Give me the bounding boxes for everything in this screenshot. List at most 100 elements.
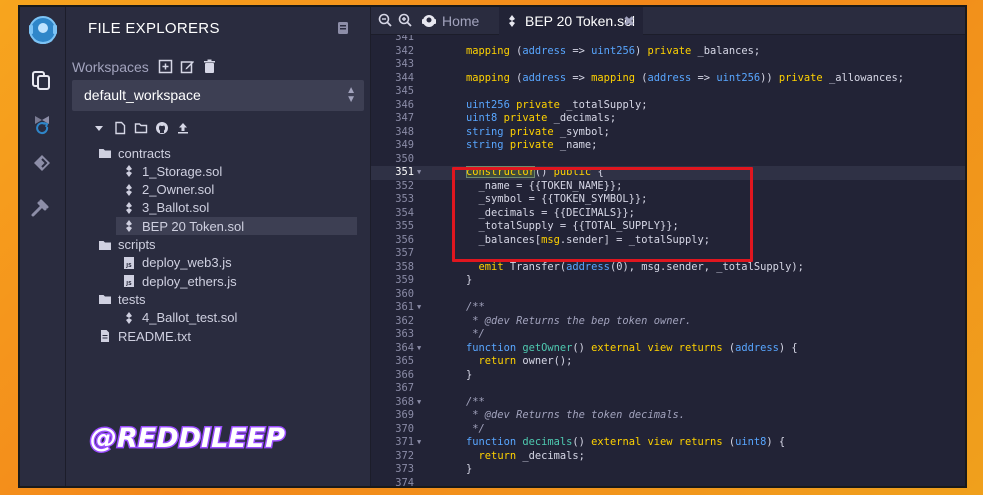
tab-home-label: Home xyxy=(442,13,480,29)
code-line[interactable]: 341 xyxy=(371,35,965,45)
close-tab-icon[interactable]: ✖ xyxy=(623,14,635,28)
code-line[interactable]: 348 string private _symbol; xyxy=(371,126,965,140)
tree-folder[interactable]: scripts xyxy=(92,236,156,254)
tree-item-label: 1_Storage.sol xyxy=(142,163,223,179)
plugin-manager-icon[interactable] xyxy=(29,193,55,219)
code-line[interactable]: 345 xyxy=(371,85,965,99)
sol-file-icon xyxy=(122,183,136,197)
code-line[interactable]: 347 uint8 private _decimals; xyxy=(371,112,965,126)
code-text: /** xyxy=(466,301,485,313)
line-number: 351 xyxy=(395,166,414,178)
line-number: 356 xyxy=(395,233,414,246)
code-editor[interactable]: 341 342 mapping (address => uint256) priv… xyxy=(371,35,965,486)
watermark-logo: @REDDILEEP xyxy=(86,417,316,462)
line-number: 355 xyxy=(395,220,414,232)
code-line[interactable]: 359 } xyxy=(371,274,965,288)
tree-file[interactable]: BEP 20 Token.sol xyxy=(116,217,357,236)
tree-file[interactable]: 1_Storage.sol xyxy=(116,162,222,180)
code-line[interactable]: 372 return _decimals; xyxy=(371,450,965,464)
tree-file[interactable]: 4_Ballot_test.sol xyxy=(116,309,237,327)
code-line[interactable]: 371 ▼ function decimals() external view r… xyxy=(371,436,965,450)
zoom-out-icon[interactable] xyxy=(378,13,392,27)
code-line[interactable]: 343 xyxy=(371,58,965,72)
line-number: 353 xyxy=(395,193,414,205)
deploy-run-icon[interactable] xyxy=(29,150,55,176)
line-number: 348 xyxy=(395,125,414,138)
tree-item-label: deploy_ethers.js xyxy=(142,273,237,289)
code-line[interactable]: 360 xyxy=(371,288,965,302)
code-text: emit Transfer(address(0), msg.sender, _t… xyxy=(478,260,804,273)
code-line[interactable]: 370 */ xyxy=(371,423,965,437)
remix-logo-icon[interactable] xyxy=(25,13,61,49)
code-text: /** xyxy=(466,395,485,408)
line-number: 347 xyxy=(395,112,414,124)
code-line[interactable]: 366 } xyxy=(371,369,965,383)
tree-file[interactable]: 3_Ballot.sol xyxy=(116,199,209,217)
code-line[interactable]: 358 emit Transfer(address(0), msg.sender… xyxy=(371,261,965,275)
solidity-file-icon xyxy=(505,14,519,28)
line-number: 362 xyxy=(395,314,414,327)
new-folder-icon[interactable] xyxy=(134,121,148,135)
upload-icon[interactable] xyxy=(176,121,190,135)
caret-down-icon[interactable] xyxy=(92,121,106,135)
line-number: 373 xyxy=(395,463,414,475)
code-line[interactable]: 367 xyxy=(371,382,965,396)
line-number: 363 xyxy=(395,328,414,340)
tree-item-label: 3_Ballot.sol xyxy=(142,200,210,216)
code-line[interactable]: 361 ▼ /** xyxy=(371,301,965,315)
editor-tabs: Home BEP 20 Token.sol ✖ xyxy=(371,7,965,35)
line-number: 358 xyxy=(395,260,414,273)
workspace-actions xyxy=(158,59,217,74)
tree-file[interactable]: 2_Owner.sol xyxy=(116,181,214,199)
code-line[interactable]: 346 uint256 private _totalSupply; xyxy=(371,99,965,113)
tab-home[interactable]: Home xyxy=(421,7,479,35)
tree-file[interactable]: JS deploy_web3.js xyxy=(116,254,232,272)
code-line[interactable]: 349 string private _name; xyxy=(371,139,965,153)
fold-arrow-icon[interactable]: ▼ xyxy=(417,396,421,410)
tree-file[interactable]: JS deploy_ethers.js xyxy=(116,272,237,290)
line-number: 342 xyxy=(395,44,414,57)
fold-arrow-icon[interactable]: ▼ xyxy=(417,166,421,180)
zoom-in-icon[interactable] xyxy=(398,13,412,27)
code-line[interactable]: 362 * @dev Returns the bep token owner. xyxy=(371,315,965,329)
code-line[interactable]: 342 mapping (address => uint256) private… xyxy=(371,45,965,59)
code-line[interactable]: 364 ▼ function getOwner() external view r… xyxy=(371,342,965,356)
code-line[interactable]: 350 xyxy=(371,153,965,167)
tree-folder[interactable]: tests xyxy=(92,290,145,308)
compiler-icon[interactable] xyxy=(29,112,55,138)
line-number: 369 xyxy=(395,409,414,421)
code-line[interactable]: 374 xyxy=(371,477,965,487)
line-number: 367 xyxy=(395,382,414,394)
svg-text:JS: JS xyxy=(125,281,132,287)
code-line[interactable]: 369 * @dev Returns the token decimals. xyxy=(371,409,965,423)
docs-icon[interactable] xyxy=(336,21,350,35)
select-arrows-icon: ▲ ▼ xyxy=(346,85,356,105)
code-line[interactable]: 363 */ xyxy=(371,328,965,342)
line-number: 350 xyxy=(395,152,414,165)
delete-workspace-icon[interactable] xyxy=(202,59,217,74)
file-explorers-icon[interactable] xyxy=(29,67,55,93)
panel-title: FILE EXPLORERS xyxy=(88,20,220,37)
code-line[interactable]: 344 mapping (address => mapping (address… xyxy=(371,72,965,86)
code-text: mapping (address => mapping (address => … xyxy=(466,71,905,84)
fold-arrow-icon[interactable]: ▼ xyxy=(417,301,421,315)
tab-bep20-token[interactable]: BEP 20 Token.sol ✖ xyxy=(499,7,643,35)
new-file-icon[interactable] xyxy=(113,121,127,135)
workspace-select[interactable]: default_workspace ▲ ▼ xyxy=(72,80,364,111)
rename-workspace-icon[interactable] xyxy=(180,59,195,74)
tree-folder[interactable]: contracts xyxy=(92,144,171,162)
workspace-select-value: default_workspace xyxy=(84,87,201,103)
tree-item-label: README.txt xyxy=(118,328,191,344)
code-line[interactable]: 368 ▼ /** xyxy=(371,396,965,410)
sol-file-icon xyxy=(122,201,136,215)
fold-arrow-icon[interactable]: ▼ xyxy=(417,342,421,356)
txt-file-icon xyxy=(98,329,112,343)
code-line[interactable]: 373 } xyxy=(371,463,965,477)
create-workspace-icon[interactable] xyxy=(158,59,173,74)
remix-ide-window: FILE EXPLORERS Workspaces default_worksp… xyxy=(20,7,965,486)
line-number: 364 xyxy=(395,341,414,354)
tree-file[interactable]: README.txt xyxy=(92,327,191,345)
fold-arrow-icon[interactable]: ▼ xyxy=(417,436,421,450)
github-icon[interactable] xyxy=(155,121,169,135)
code-line[interactable]: 365 return owner(); xyxy=(371,355,965,369)
